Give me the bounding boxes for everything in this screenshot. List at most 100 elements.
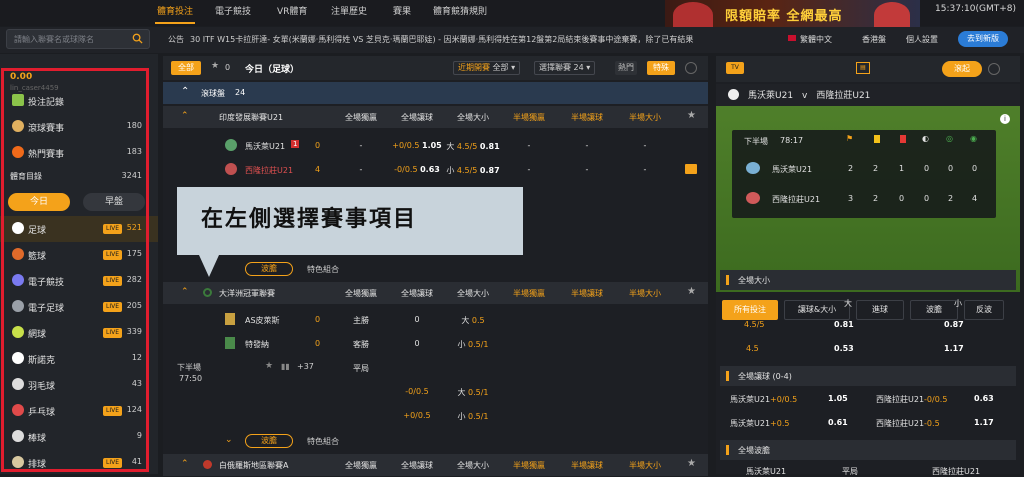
handicap-line: -0/0.5 xyxy=(924,395,948,404)
scoreboard-icon[interactable]: ▤ xyxy=(856,62,870,74)
tab-early[interactable]: 早盤 xyxy=(83,193,145,211)
favorite-star-icon[interactable]: ★ xyxy=(687,458,696,469)
tab-correct-score[interactable]: 波膽 xyxy=(910,300,958,320)
refresh-icon[interactable] xyxy=(988,63,1000,75)
sidebar-sport-item[interactable]: 斯諾克 12 xyxy=(0,346,158,372)
tab-goals[interactable]: 進球 xyxy=(856,300,904,320)
league-select[interactable]: 選擇聯賽 24 ▾ xyxy=(534,61,596,75)
hot-filter[interactable]: 熱門 xyxy=(615,61,637,75)
odds-cell[interactable]: 客勝 xyxy=(333,339,389,350)
favorite-star-icon[interactable]: ★ xyxy=(687,110,696,121)
odds-cell[interactable]: - xyxy=(501,165,557,174)
stats-icon[interactable]: ▮▮ xyxy=(281,362,290,371)
sidebar-sport-item[interactable]: 排球 LIVE 41 xyxy=(0,450,158,476)
sidebar-sport-item[interactable]: 電子足球 LIVE 205 xyxy=(0,294,158,320)
sidebar-sport-item[interactable]: 籃球 LIVE 175 xyxy=(0,242,158,268)
nav-esports[interactable]: 電子競技 xyxy=(215,4,251,17)
refresh-icon[interactable] xyxy=(685,62,697,74)
stats-icon[interactable] xyxy=(685,164,697,174)
odds-cell[interactable]: 平局 xyxy=(333,363,389,374)
nav-rules[interactable]: 體育競猜規則 xyxy=(433,4,487,17)
sidebar-item-bet-record[interactable]: 投注記錄 xyxy=(0,88,158,114)
tab-all-bets[interactable]: 所有投注 xyxy=(722,300,778,320)
sidebar-item-count: 183 xyxy=(126,147,142,156)
sidebar-sport-item[interactable]: 足球 LIVE 521 xyxy=(0,216,158,242)
league-header[interactable]: ⌃ 大洋洲冠軍聯賽 全場獨贏 全場讓球 全場大小 半場獨贏 半場讓球 半場大小 … xyxy=(163,282,708,304)
special-filter[interactable]: 特殊 xyxy=(647,61,675,75)
info-icon[interactable]: i xyxy=(1000,114,1010,124)
sidebar-item-hot[interactable]: 熱門賽事 183 xyxy=(0,140,158,166)
promo-banner[interactable]: 限額賠率 全網最高 xyxy=(665,0,920,28)
odds-cell[interactable]: 小 0.5/1 xyxy=(445,339,501,350)
sidebar-item-label: 熱門賽事 xyxy=(28,150,65,160)
odds-cell[interactable]: +0/0.5 1.05 xyxy=(389,141,445,150)
odds-cell[interactable]: - xyxy=(617,165,673,174)
nav-results[interactable]: 賽果 xyxy=(393,4,411,17)
notice-marquee[interactable]: 30 ITF W15卡拉肝達- 女單(米蘭娜·馬利得姓 VS 芝貝克·瑪蘭巴耶娃… xyxy=(190,34,710,46)
sidebar-sport-item[interactable]: 網球 LIVE 339 xyxy=(0,320,158,346)
odds-cell[interactable]: 主勝 xyxy=(333,315,389,326)
odds-cell[interactable]: -0/0.5 0.63 xyxy=(389,165,445,174)
odds-cell[interactable]: - xyxy=(559,141,615,150)
league-header[interactable]: ⌃ 印度發展聯賽U21 全場獨贏 全場讓球 全場大小 半場獨贏 半場讓球 半場大… xyxy=(163,106,708,128)
hdp-section-header[interactable]: 全場讓球 (0-4) xyxy=(720,366,1016,386)
hdp-away-odds[interactable]: 0.63 xyxy=(974,394,994,403)
search-icon[interactable] xyxy=(132,33,143,44)
recent-value: 全部 xyxy=(492,63,509,72)
language-select[interactable]: 繁體中文 xyxy=(800,34,832,45)
special-combo-link[interactable]: 特色組合 xyxy=(307,264,339,275)
correct-score-button[interactable]: 波膽 xyxy=(245,434,293,448)
tab-hdp-ou[interactable]: 讓球&大小 xyxy=(784,300,850,320)
cs-section-header[interactable]: 全場波膽 xyxy=(720,440,1016,460)
sidebar-sport-item[interactable]: 羽毛球 43 xyxy=(0,372,158,398)
hdp-home-odds[interactable]: 1.05 xyxy=(828,394,848,403)
odds-cell[interactable]: 0 xyxy=(389,339,445,348)
odds-cell[interactable]: - xyxy=(333,165,389,174)
hdp-away-odds[interactable]: 1.17 xyxy=(974,418,994,427)
new-version-button[interactable]: 去到新版 xyxy=(958,31,1008,47)
ou-odds-big[interactable]: 0.53 xyxy=(834,344,854,353)
odds-type-select[interactable]: 香港盤 xyxy=(862,34,886,45)
odds-cell[interactable]: 小 4.5/5 0.87 xyxy=(445,165,501,176)
personal-settings[interactable]: 個人設置 xyxy=(906,34,938,45)
correct-score-button[interactable]: 波膽 xyxy=(245,262,293,276)
nav-sports-betting[interactable]: 體育投注 xyxy=(157,4,193,17)
odds-cell[interactable]: - xyxy=(333,141,389,150)
odds-cell[interactable]: - xyxy=(559,165,615,174)
tab-today[interactable]: 今日 xyxy=(8,193,70,211)
live-section-header[interactable]: ⌃ 滾球盤 24 xyxy=(163,82,708,104)
sidebar-sport-item[interactable]: 棒球 9 xyxy=(0,424,158,450)
special-combo-link[interactable]: 特色組合 xyxy=(307,436,339,447)
chevron-down-icon[interactable]: ⌄ xyxy=(225,435,233,445)
star-icon[interactable]: ★ xyxy=(265,361,273,371)
recent-select[interactable]: 近期開賽 全部 ▾ xyxy=(453,61,521,75)
favorite-star-icon[interactable]: ★ xyxy=(687,286,696,297)
sidebar-sport-item[interactable]: 電子競技 LIVE 282 xyxy=(0,268,158,294)
ou-odds-small[interactable]: 0.87 xyxy=(944,320,964,329)
odds-cell[interactable]: - xyxy=(617,141,673,150)
live-button[interactable]: 滾起 xyxy=(942,61,982,77)
nav-vr-sports[interactable]: VR體育 xyxy=(277,4,307,17)
odds-cell[interactable]: 大 4.5/5 0.81 xyxy=(445,141,501,152)
odds-cell[interactable]: 大 0.5/1 xyxy=(445,387,501,398)
tab-reverse-score[interactable]: 反波 xyxy=(964,300,1004,320)
league-header[interactable]: ⌃ 白俄羅斯地區聯賽A 全場獨贏 全場讓球 全場大小 半場獨贏 半場讓球 半場大… xyxy=(163,454,708,476)
odds-cell[interactable]: -0/0.5 xyxy=(389,387,445,396)
tv-icon[interactable]: TV xyxy=(726,62,744,74)
search-input[interactable]: 請輸入聯賽名或球隊名 xyxy=(6,29,150,49)
ou-section-header[interactable]: 全場大小 xyxy=(720,270,1016,290)
filter-all-button[interactable]: 全部 xyxy=(171,61,201,75)
odds-cell[interactable]: 小 0.5/1 xyxy=(445,411,501,422)
star-icon[interactable]: ★ xyxy=(211,61,219,71)
odds-cell[interactable]: +0/0.5 xyxy=(389,411,445,420)
nav-bet-history[interactable]: 注單歷史 xyxy=(331,4,367,17)
sidebar-item-live[interactable]: 滾球賽事 180 xyxy=(0,114,158,140)
hdp-home-odds[interactable]: 0.61 xyxy=(828,418,848,427)
odds-cell[interactable]: 0 xyxy=(389,315,445,324)
ou-odds-small[interactable]: 1.17 xyxy=(944,344,964,353)
ou-odds-big[interactable]: 0.81 xyxy=(834,320,854,329)
sidebar-sport-item[interactable]: 乒乓球 LIVE 124 xyxy=(0,398,158,424)
odds-cell[interactable]: 大 0.5 xyxy=(445,315,501,326)
odds-cell[interactable]: - xyxy=(501,141,557,150)
more-markets-count[interactable]: +37 xyxy=(297,362,314,371)
